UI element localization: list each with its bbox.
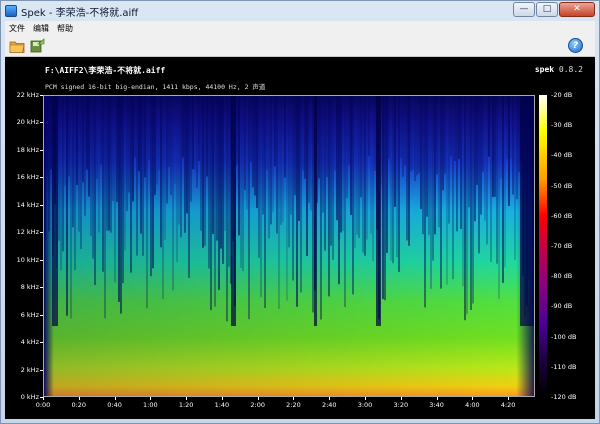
x-tick-label: 4:00	[465, 401, 480, 409]
x-tick	[150, 397, 152, 400]
minimize-button[interactable]: —	[513, 2, 535, 17]
x-tick	[472, 397, 474, 400]
close-button[interactable]: ✕	[559, 2, 595, 17]
db-color-scale	[539, 95, 547, 397]
y-tick	[40, 204, 43, 206]
y-tick-label: 0 kHz	[20, 393, 39, 401]
x-tick-label: 3:20	[393, 401, 409, 409]
db-tick-label: -40 dB	[551, 151, 573, 160]
y-tick-label: 4 kHz	[20, 338, 39, 347]
db-tick-label: -50 dB	[551, 181, 573, 190]
x-tick-label: 0:20	[71, 401, 87, 409]
menu-help[interactable]: 帮助	[57, 23, 73, 34]
y-tick-label: 16 kHz	[16, 173, 39, 182]
x-tick-label: 1:40	[214, 401, 230, 409]
x-tick	[293, 397, 295, 400]
x-tick	[329, 397, 331, 400]
y-tick-label: 10 kHz	[16, 255, 39, 264]
y-tick	[40, 369, 43, 371]
db-tick-label: -110 dB	[551, 362, 577, 371]
x-tick	[436, 397, 438, 400]
spek-brand: spek 0.8.2	[535, 65, 583, 74]
y-tick-label: 6 kHz	[20, 310, 39, 319]
x-tick-label: 0:00	[35, 401, 51, 409]
window-controls: — □ ✕	[512, 2, 595, 17]
y-tick-label: 12 kHz	[16, 228, 39, 237]
x-tick	[508, 397, 510, 400]
spectrogram-streak	[534, 96, 535, 255]
y-tick	[40, 342, 43, 344]
menu-file[interactable]: 文件	[9, 23, 25, 34]
x-tick-label: 1:20	[178, 401, 194, 409]
x-tick	[43, 397, 44, 400]
db-tick-label: -90 dB	[551, 302, 573, 311]
x-tick-label: 2:40	[321, 401, 337, 409]
x-tick	[78, 397, 80, 400]
x-tick-label: 3:00	[357, 401, 373, 409]
x-tick	[221, 397, 223, 400]
spectrogram-panel: F:\AIFF2\李荣浩-不将就.aiff PCM signed 16-bit …	[5, 57, 595, 419]
x-tick-label: 1:00	[143, 401, 158, 409]
db-tick-label: -80 dB	[551, 272, 573, 281]
db-tick-label: -120 dB	[551, 393, 577, 401]
db-tick-label: -100 dB	[551, 332, 577, 341]
x-tick	[257, 397, 259, 400]
db-tick-label: -20 dB	[551, 91, 573, 99]
y-tick-label: 22 kHz	[16, 91, 39, 99]
x-tick	[114, 397, 116, 400]
x-tick-label: 4:20	[500, 401, 516, 409]
spek-window: Spek - 李荣浩-不将就.aiff — □ ✕ 文件 编辑 帮助 ? F:\…	[0, 0, 600, 424]
y-tick	[40, 149, 43, 151]
maximize-button[interactable]: □	[536, 2, 558, 17]
brand-name: spek	[534, 65, 555, 74]
x-tick	[400, 397, 402, 400]
y-tick	[40, 177, 43, 179]
y-tick-label: 18 kHz	[16, 145, 39, 154]
x-tick	[186, 397, 188, 400]
spectrogram-image	[44, 96, 535, 396]
y-tick	[40, 314, 43, 316]
window-title: Spek - 李荣浩-不将就.aiff	[21, 7, 139, 19]
open-folder-icon[interactable]	[9, 38, 25, 54]
y-tick-label: 2 kHz	[20, 365, 39, 374]
db-tick-label: -30 dB	[551, 121, 573, 130]
save-icon[interactable]	[29, 38, 45, 54]
y-tick-label: 8 kHz	[20, 283, 39, 292]
title-bar[interactable]: Spek - 李荣浩-不将就.aiff — □ ✕	[1, 1, 599, 21]
x-tick-label: 2:20	[286, 401, 301, 409]
menu-edit[interactable]: 编辑	[33, 23, 49, 34]
y-tick	[40, 232, 43, 234]
menu-bar: 文件 编辑 帮助	[5, 21, 595, 35]
db-tick-label: -70 dB	[551, 242, 573, 250]
y-tick	[40, 259, 43, 261]
y-tick-label: 20 kHz	[16, 118, 39, 127]
file-path: F:\AIFF2\李荣浩-不将就.aiff	[45, 66, 166, 75]
x-tick-label: 2:00	[250, 401, 265, 409]
x-tick-label: 0:40	[107, 401, 122, 409]
toolbar: ?	[5, 35, 595, 57]
y-tick	[40, 122, 43, 124]
x-tick	[365, 397, 367, 400]
db-tick-label: -60 dB	[551, 211, 573, 220]
x-tick-label: 3:40	[429, 401, 444, 409]
brand-version: 0.8.2	[558, 65, 583, 74]
y-tick-label: 14 kHz	[16, 200, 39, 209]
y-tick	[40, 287, 43, 289]
spek-app-icon	[5, 5, 17, 17]
spectrogram-plot	[43, 95, 535, 397]
help-icon[interactable]: ?	[568, 38, 583, 53]
y-tick	[40, 95, 43, 96]
file-info: PCM signed 16-bit big-endian, 1411 kbps,…	[45, 83, 266, 91]
